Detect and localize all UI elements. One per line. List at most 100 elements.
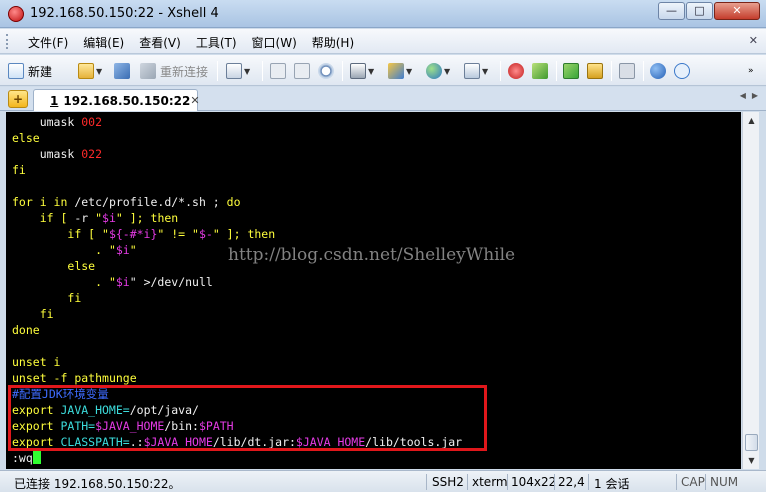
menu-grip-handle[interactable]: [6, 34, 10, 49]
menu-help[interactable]: 帮助(H): [312, 34, 354, 51]
status-divider: [588, 474, 589, 490]
properties-button[interactable]: ▼: [226, 61, 250, 81]
status-divider: [676, 474, 677, 490]
terminal-line: else: [67, 259, 96, 273]
print-button[interactable]: ▼: [350, 61, 374, 81]
status-size: 104x22: [511, 475, 557, 489]
status-sessions: 1 会话: [594, 477, 630, 491]
open-button[interactable]: ▼: [78, 61, 102, 81]
status-protocol: SSH2: [432, 475, 464, 489]
help-button[interactable]: [650, 61, 666, 81]
reconnect-label: 重新连接: [160, 64, 209, 79]
copy-icon: [270, 63, 286, 79]
status-caps-lock: CAP: [681, 475, 705, 489]
magnifier-icon: [318, 63, 334, 79]
chevron-down-icon: ▼: [406, 66, 413, 76]
lock-button[interactable]: [587, 61, 603, 81]
terminal-command-line: :wq: [12, 450, 41, 466]
menu-bar: 文件(F) 编辑(E) 查看(V) 工具(T) 窗口(W) 帮助(H) ✕: [0, 29, 766, 54]
status-divider: [705, 474, 706, 490]
status-divider: [426, 474, 427, 490]
xftp-button[interactable]: [508, 61, 524, 81]
help-icon: [650, 63, 666, 79]
link-icon: [114, 63, 130, 79]
status-divider: [554, 474, 555, 490]
terminal-line: umask 002: [39, 115, 103, 129]
scroll-down-icon[interactable]: ▼: [745, 454, 758, 467]
status-divider: [507, 474, 508, 490]
status-connection: 已连接 192.168.50.150:22。: [14, 477, 181, 491]
toolbar-separator: [262, 61, 263, 81]
toolbar-separator: [611, 61, 612, 81]
watermark: http://blog.csdn.net/ShelleyWhile: [228, 245, 516, 265]
tab-scroll-left-icon[interactable]: ◀: [740, 91, 746, 100]
terminal-line: else: [12, 131, 40, 145]
menu-view[interactable]: 查看(V): [139, 34, 181, 51]
speech-bubble-icon: [674, 63, 690, 79]
terminal-line: if [ "${-#*i}" != "$-" ]; then: [67, 227, 276, 241]
highlight-box: [8, 385, 487, 451]
terminal-line: fi: [39, 307, 54, 321]
globe-icon: [426, 63, 442, 79]
keyboard-button[interactable]: [619, 61, 635, 81]
terminal-cursor: [32, 451, 41, 464]
terminal-line: unset i: [12, 355, 61, 369]
layout-icon: [563, 63, 579, 79]
folder-icon: [78, 63, 94, 79]
toolbar-separator: [342, 61, 343, 81]
terminal-line: fi: [12, 163, 26, 177]
chevron-down-icon: ▼: [96, 66, 103, 76]
chevron-down-icon: ▼: [482, 66, 489, 76]
transfer-button[interactable]: ▼: [388, 61, 412, 81]
transfer-icon: [388, 63, 404, 79]
scroll-up-icon[interactable]: ▲: [745, 114, 758, 127]
tab-label: 192.168.50.150:22: [63, 93, 191, 108]
font-button[interactable]: ▼: [464, 61, 488, 81]
title-bar: 192.168.50.150:22 - Xshell 4 — □ ✕: [0, 0, 766, 28]
reconnect-icon: [140, 63, 156, 79]
toolbar-separator: [643, 61, 644, 81]
toolbar-overflow-button[interactable]: »: [748, 61, 754, 81]
globe-button[interactable]: ▼: [426, 61, 450, 81]
scrollbar-thumb[interactable]: [745, 434, 758, 451]
terminal-line: . "$i" >/dev/null: [95, 275, 213, 289]
connect-button[interactable]: [114, 61, 130, 81]
font-icon: [464, 63, 480, 79]
paste-button[interactable]: [294, 61, 310, 81]
new-session-icon: [8, 63, 24, 79]
reconnect-button[interactable]: 重新连接: [140, 61, 208, 81]
layout-button[interactable]: [563, 61, 579, 81]
window-title: 192.168.50.150:22 - Xshell 4: [30, 6, 219, 21]
menu-file[interactable]: 文件(F): [28, 34, 68, 51]
status-cursor-position: 22,4: [558, 475, 585, 489]
close-button[interactable]: ✕: [714, 2, 760, 20]
toolbar-separator: [500, 61, 501, 81]
terminal-line: for i in /etc/profile.d/*.sh ; do: [12, 195, 241, 209]
xmanager-icon: [532, 63, 548, 79]
terminal-screen[interactable]: umask 002 else umask 022 fi for i in /et…: [6, 112, 741, 469]
minimize-button[interactable]: —: [658, 2, 685, 20]
terminal-scrollbar[interactable]: ▲ ▼: [742, 112, 759, 469]
tab-scroll-right-icon[interactable]: ▶: [752, 91, 758, 100]
menu-close-icon[interactable]: ✕: [749, 34, 758, 47]
find-button[interactable]: [318, 61, 334, 81]
terminal-line: umask 022: [39, 147, 103, 161]
keyboard-icon: [619, 63, 635, 79]
session-tab-bar: + 1 192.168.50.150:22 ✕ ◀ ▶: [0, 87, 766, 111]
copy-button[interactable]: [270, 61, 286, 81]
menu-window[interactable]: 窗口(W): [252, 34, 297, 51]
add-tab-button[interactable]: +: [8, 90, 28, 108]
session-tab[interactable]: 1 192.168.50.150:22 ✕: [33, 89, 200, 111]
new-session-button[interactable]: 新建: [8, 61, 52, 81]
chat-button[interactable]: [674, 61, 690, 81]
maximize-button[interactable]: □: [686, 2, 713, 20]
chevron-down-icon: ▼: [244, 66, 251, 76]
menu-tools[interactable]: 工具(T): [196, 34, 237, 51]
xmanager-button[interactable]: [532, 61, 548, 81]
tab-number: 1: [50, 93, 59, 108]
xshell-window: 192.168.50.150:22 - Xshell 4 — □ ✕ 文件(F)…: [0, 0, 766, 492]
toolbar: 新建 ▼ 重新连接 ▼ ▼ ▼ ▼ ▼ »: [0, 55, 766, 86]
menu-edit[interactable]: 编辑(E): [83, 34, 124, 51]
tab-close-icon[interactable]: ✕: [190, 94, 199, 107]
paste-icon: [294, 63, 310, 79]
